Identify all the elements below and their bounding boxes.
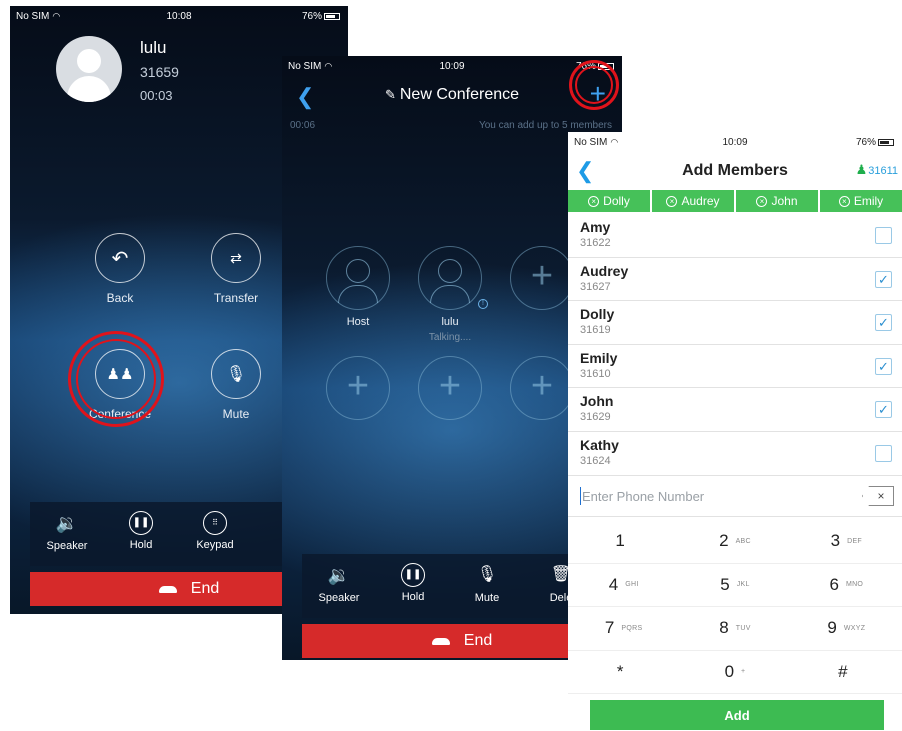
person-icon: ♟ [855, 162, 868, 177]
keypad-button[interactable]: ⠿ Keypad [180, 510, 250, 551]
text-cursor [580, 487, 581, 505]
hangup-icon [158, 585, 177, 593]
phone-input-row: × [568, 477, 902, 517]
participant-lulu-avatar[interactable] [418, 246, 482, 310]
conference-button[interactable]: ♟♟ Conference [80, 349, 160, 421]
battery-icon [878, 138, 894, 146]
remove-icon: × [756, 195, 768, 207]
empty-slot-plus-icon[interactable]: + [510, 246, 574, 310]
chip-john[interactable]: × John [736, 190, 818, 212]
key-5[interactable]: 5 JKL [679, 564, 791, 607]
checkbox[interactable] [875, 444, 892, 462]
conference-duration: 00:06 [290, 120, 316, 131]
transfer-icon: ⇄ [211, 233, 261, 283]
microphone-muted-icon: 🎙 [211, 349, 261, 399]
hold-button[interactable]: ❚❚ Hold [378, 562, 448, 603]
key-hash[interactable]: # [790, 651, 902, 694]
participant-status: Talking.... [428, 332, 472, 343]
list-item[interactable]: Amy 31622 [568, 214, 902, 258]
participant-name: Host [346, 316, 370, 328]
key-8[interactable]: 8 TUV [679, 607, 791, 651]
battery-icon [324, 12, 340, 20]
call-duration: 00:03 [140, 88, 173, 103]
conference-people-icon: ♟♟ [95, 349, 145, 399]
checkbox[interactable]: ✓ [875, 357, 892, 375]
add-button[interactable]: Add [590, 700, 884, 730]
status-bar: No SIM ◠ 10:08 76% [10, 6, 348, 28]
speaker-button[interactable]: 🔉 Speaker [304, 562, 374, 604]
key-star[interactable]: * [568, 651, 680, 694]
remove-icon: × [588, 195, 600, 207]
chip-emily[interactable]: × Emily [820, 190, 902, 212]
page-title: New Conference [399, 86, 520, 103]
key-1[interactable]: 1 [568, 520, 680, 564]
battery-percent: 76% [301, 11, 322, 22]
list-item[interactable]: Dolly 31619 ✓ [568, 301, 902, 345]
caller-number: 31659 [140, 64, 179, 80]
nav-bar: ❮ ✎ New Conference + [282, 78, 622, 114]
checkbox[interactable]: ✓ [875, 314, 892, 332]
battery-percent: 76% [855, 137, 876, 148]
member-limit-hint: You can add up to 5 members [478, 120, 612, 131]
pause-icon: ❚❚ [401, 563, 425, 587]
participant-name: lulu [441, 316, 459, 328]
key-0[interactable]: 0 + [679, 651, 791, 694]
chip-dolly[interactable]: × Dolly [568, 190, 650, 212]
mute-button[interactable]: 🎙 Mute [452, 562, 522, 604]
backspace-icon[interactable]: × [862, 486, 894, 506]
checkbox[interactable] [875, 227, 892, 244]
speaker-button[interactable]: 🔉 Speaker [32, 510, 102, 552]
hold-button[interactable]: ❚❚ Hold [106, 510, 176, 551]
microphone-muted-icon: 🎙 [476, 566, 498, 583]
empty-slot-plus-icon[interactable]: + [510, 356, 574, 420]
participant-host-avatar [326, 246, 390, 310]
remove-icon: × [838, 195, 850, 207]
speaker-icon: 🔉 [55, 513, 79, 533]
back-arrow-icon: ↶ [95, 233, 145, 283]
info-icon[interactable]: ! [478, 299, 488, 309]
add-member-plus-icon[interactable]: + [590, 78, 606, 110]
list-item[interactable]: Audrey 31627 ✓ [568, 258, 902, 302]
key-7[interactable]: 7 PQRS [568, 607, 680, 651]
dial-keypad: 1 2 ABC 3 DEF 4 GHI 5 JKL 6 MNO 7 PQRS 8 TUV 9W… [568, 520, 902, 694]
empty-slot-plus-icon[interactable]: + [326, 356, 390, 420]
list-item[interactable]: John 31629 ✓ [568, 388, 902, 432]
nav-bar: ❮ Add Members ♟31611 [568, 154, 902, 190]
status-time: 10:09 [722, 137, 748, 148]
pause-icon: ❚❚ [129, 511, 153, 535]
battery-percent: 76% [575, 61, 596, 72]
key-4[interactable]: 4 GHI [568, 564, 680, 607]
back-button[interactable]: ↶ Back [80, 233, 160, 305]
list-item[interactable]: Kathy 31624 [568, 432, 902, 476]
phone-number-input[interactable] [582, 483, 832, 509]
caller-avatar [56, 36, 122, 102]
caller-name: lulu [140, 38, 167, 57]
key-6[interactable]: 6 MNO [790, 564, 902, 607]
checkbox[interactable]: ✓ [875, 401, 892, 419]
empty-slot-plus-icon[interactable]: + [418, 356, 482, 420]
status-bar: No SIM ◠ 10:09 76% [282, 56, 622, 78]
battery-icon [598, 62, 614, 70]
status-time: 10:08 [166, 11, 192, 22]
hangup-icon [431, 637, 450, 645]
transfer-button[interactable]: ⇄ Transfer [196, 233, 276, 305]
list-item[interactable]: Emily 31610 ✓ [568, 345, 902, 389]
selected-chips: × Dolly × Audrey × John × Emily [568, 190, 902, 212]
page-title: Add Members [682, 162, 788, 179]
selected-count-badge[interactable]: ♟31611 [856, 162, 898, 178]
contact-list: Amy 31622 Audrey 31627 ✓ Dolly 31619 ✓ Emily 3… [568, 214, 902, 476]
key-9[interactable]: 9 WXYZ [790, 607, 902, 651]
chip-audrey[interactable]: × Audrey [652, 190, 734, 212]
pencil-icon: ✎ [384, 87, 396, 102]
key-2[interactable]: 2 ABC [679, 520, 791, 564]
key-3[interactable]: 3 DEF [790, 520, 902, 564]
status-bar: No SIM ◠ 10:09 76% [568, 132, 902, 154]
add-members-screen: No SIM ◠ 10:09 76% ❮ Add Members ♟31611 ×… [568, 132, 902, 731]
checkbox[interactable]: ✓ [875, 270, 892, 288]
mute-button[interactable]: 🎙 Mute [196, 349, 276, 421]
status-time: 10:09 [439, 61, 465, 72]
remove-icon: × [666, 195, 678, 207]
keypad-grid-icon: ⠿ [203, 511, 227, 535]
speaker-icon: 🔉 [327, 565, 351, 585]
